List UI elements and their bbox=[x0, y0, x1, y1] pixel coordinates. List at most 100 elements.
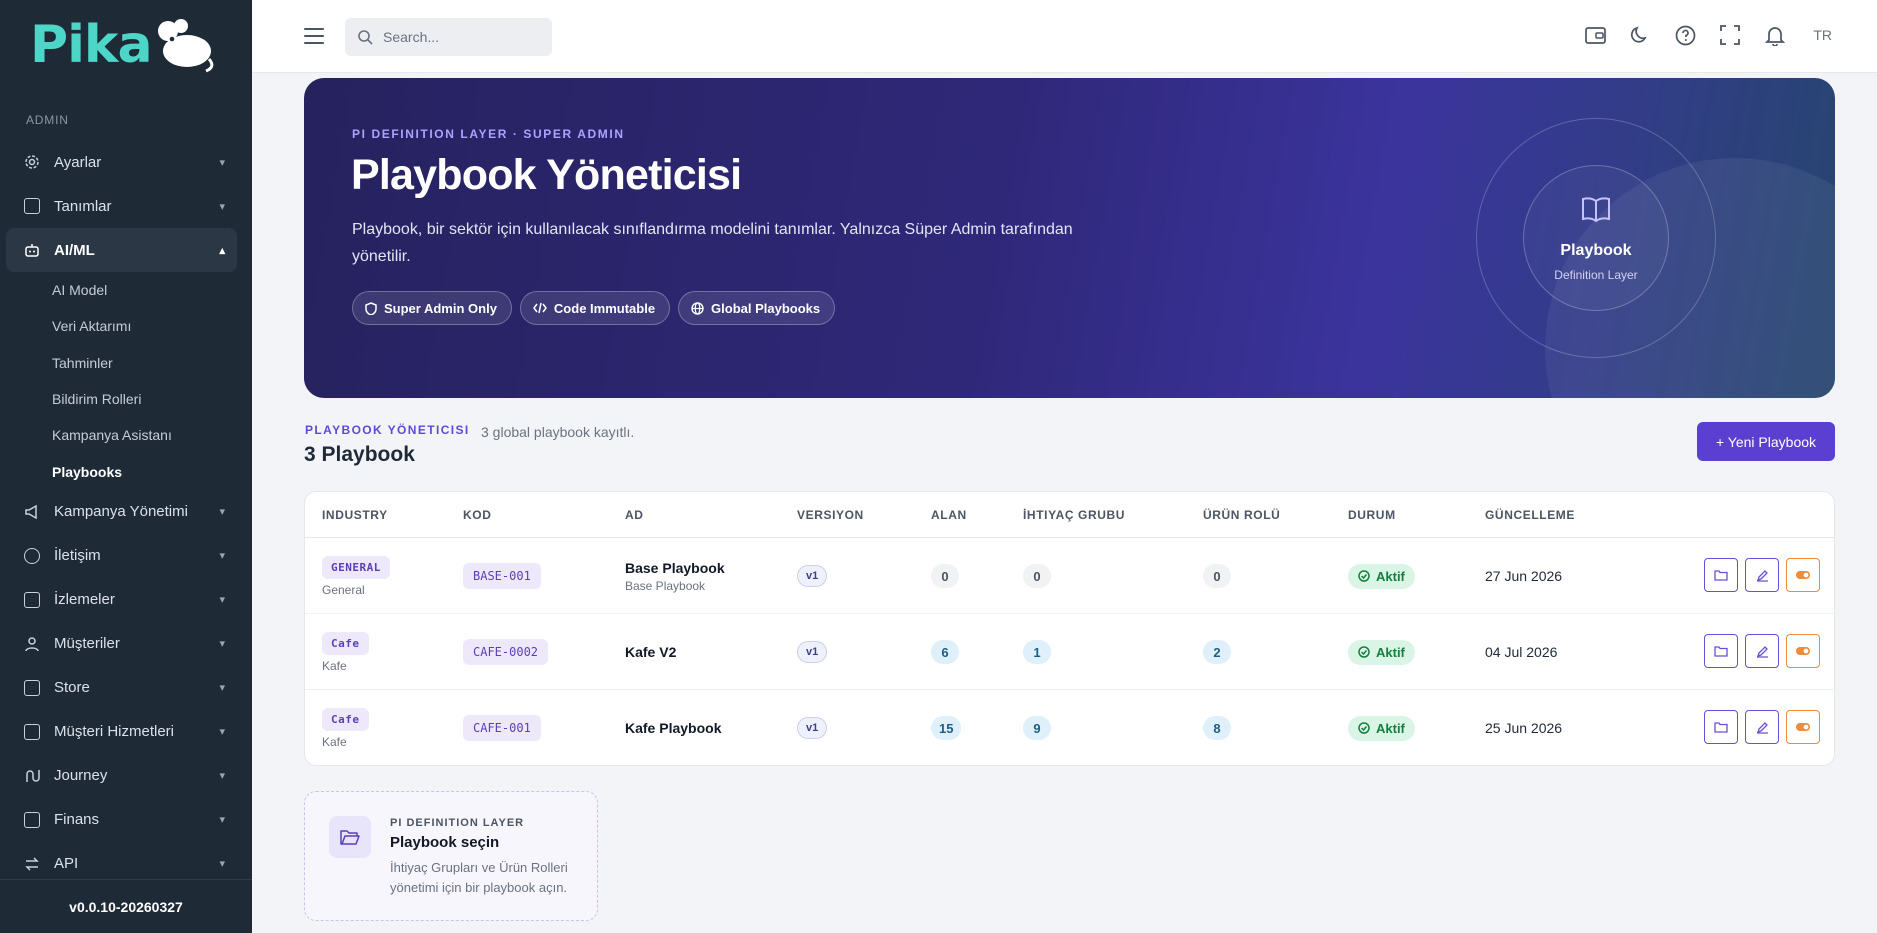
hero-ring-subtitle: Definition Layer bbox=[1554, 268, 1638, 282]
open-folder-button[interactable] bbox=[1704, 634, 1738, 668]
help-icon[interactable] bbox=[1674, 24, 1696, 46]
report-icon bbox=[24, 591, 40, 608]
sidebar-item-label: Müşteri Hizmetleri bbox=[54, 723, 175, 741]
sidebar-item-label: Müşteriler bbox=[54, 635, 120, 653]
check-circle-icon bbox=[1358, 570, 1370, 582]
sidebar-item-label: AI/ML bbox=[54, 241, 95, 259]
chip-label: Global Playbooks bbox=[711, 300, 821, 316]
sidebar-item-finans[interactable]: Finans ▾ bbox=[6, 798, 237, 842]
table-row[interactable]: Cafe Kafe CAFE-001 Kafe Playbook v1 15 9 … bbox=[305, 690, 1834, 765]
hero-ring-title: Playbook bbox=[1560, 242, 1632, 259]
folder-icon bbox=[1714, 570, 1728, 581]
column-header-versiyon[interactable]: VERSIYON bbox=[797, 492, 864, 538]
table-row[interactable]: Cafe Kafe CAFE-0002 Kafe V2 v1 6 1 2 Akti… bbox=[305, 614, 1834, 690]
sidebar-nav: Ayarlar ▾ Tanımlar ▾ AI/ML ▴ AI Model Ve… bbox=[0, 140, 252, 886]
industry-name: General bbox=[322, 582, 365, 597]
edit-button[interactable] bbox=[1745, 710, 1779, 744]
shield-icon bbox=[365, 301, 377, 315]
chip-label: Super Admin Only bbox=[384, 300, 497, 316]
chevron-down-icon: ▾ bbox=[219, 682, 225, 695]
wallet-icon[interactable] bbox=[1584, 24, 1606, 46]
sidebar-item-musteri-hizmetleri[interactable]: Müşteri Hizmetleri ▾ bbox=[6, 710, 237, 754]
fullscreen-icon[interactable] bbox=[1719, 24, 1741, 46]
column-header-alan[interactable]: ALAN bbox=[931, 492, 967, 538]
toggle-icon bbox=[1796, 647, 1810, 655]
row-actions bbox=[1704, 558, 1820, 592]
sidebar-item-aiml[interactable]: AI/ML ▴ bbox=[6, 228, 237, 272]
api-icon bbox=[25, 857, 39, 871]
card-description: İhtiyaç Grupları ve Ürün Rolleri yönetim… bbox=[390, 860, 568, 895]
edit-button[interactable] bbox=[1745, 558, 1779, 592]
section-title: 3 Playbook bbox=[304, 443, 415, 466]
column-header-guncelleme[interactable]: GÜNCELLEME bbox=[1485, 492, 1575, 538]
language-switcher[interactable]: TR bbox=[1813, 27, 1832, 43]
row-actions bbox=[1704, 710, 1820, 744]
toggle-status-button[interactable] bbox=[1786, 710, 1820, 744]
code-badge: CAFE-001 bbox=[463, 715, 541, 741]
version-badge: v1 bbox=[797, 641, 828, 663]
chip-label: Code Immutable bbox=[553, 300, 656, 316]
column-header-urun-rolu[interactable]: ÜRÜN ROLÜ bbox=[1203, 492, 1280, 538]
sidebar-item-izlemeler[interactable]: İzlemeler ▾ bbox=[6, 578, 237, 622]
hero-chips: Super Admin Only Code Immutable Global P… bbox=[352, 291, 836, 325]
submenu-item-ai-model[interactable]: AI Model bbox=[52, 272, 252, 308]
ihtiyac-count: 0 bbox=[1023, 564, 1051, 588]
updated-date: 25 Jun 2026 bbox=[1485, 720, 1563, 736]
industry-badge: Cafe bbox=[322, 631, 369, 655]
menu-toggle-icon[interactable] bbox=[304, 28, 324, 44]
status-badge: Aktif bbox=[1348, 715, 1415, 741]
toggle-status-button[interactable] bbox=[1786, 558, 1820, 592]
chevron-down-icon: ▾ bbox=[219, 638, 225, 651]
toggle-status-button[interactable] bbox=[1786, 634, 1820, 668]
ihtiyac-count: 1 bbox=[1023, 640, 1051, 664]
submenu-item-tahminler[interactable]: Tahminler bbox=[52, 345, 252, 381]
list-icon bbox=[24, 198, 40, 214]
sidebar-item-musteriler[interactable]: Müşteriler ▾ bbox=[6, 622, 237, 666]
logo[interactable]: Pika bbox=[30, 14, 216, 76]
chevron-down-icon: ▾ bbox=[219, 506, 225, 519]
chip-global-playbooks: Global Playbooks bbox=[678, 291, 836, 325]
sidebar-item-label: Ayarlar bbox=[54, 153, 102, 171]
sidebar-item-kampanya-yonetimi[interactable]: Kampanya Yönetimi ▾ bbox=[6, 490, 237, 534]
folder-open-icon bbox=[329, 816, 371, 858]
submenu-item-playbooks[interactable]: Playbooks bbox=[52, 453, 252, 489]
sidebar-item-journey[interactable]: Journey ▾ bbox=[6, 754, 237, 798]
route-icon bbox=[26, 769, 40, 782]
logo-text: Pika bbox=[30, 15, 153, 75]
sidebar-item-store[interactable]: Store ▾ bbox=[6, 666, 237, 710]
submenu-item-bildirim-rolleri[interactable]: Bildirim Rolleri bbox=[52, 381, 252, 417]
sidebar-item-iletisim[interactable]: İletişim ▾ bbox=[6, 534, 237, 578]
industry-name: Kafe bbox=[322, 658, 347, 673]
row-actions bbox=[1704, 634, 1820, 668]
dark-mode-icon[interactable] bbox=[1629, 24, 1651, 46]
sidebar-item-ayarlar[interactable]: Ayarlar ▾ bbox=[6, 140, 237, 184]
playbook-name: Kafe V2 bbox=[625, 644, 677, 660]
table-row[interactable]: GENERAL General BASE-001 Base Playbook Bas… bbox=[305, 538, 1834, 614]
column-header-durum[interactable]: DURUM bbox=[1348, 492, 1396, 538]
support-icon bbox=[24, 723, 40, 740]
search-input[interactable] bbox=[383, 29, 533, 45]
edit-button[interactable] bbox=[1745, 634, 1779, 668]
column-header-industry[interactable]: INDUSTRY bbox=[322, 492, 388, 538]
section-count-text: 3 global playbook kayıtlı. bbox=[481, 424, 635, 440]
submenu-item-kampanya-asistani[interactable]: Kampanya Asistanı bbox=[52, 417, 252, 453]
chip-code-immutable: Code Immutable bbox=[519, 291, 671, 325]
chevron-up-icon: ▴ bbox=[219, 244, 225, 257]
column-header-ihtiyac-grubu[interactable]: İHTIYAÇ GRUBU bbox=[1023, 492, 1125, 538]
submenu-item-veri-aktarimi[interactable]: Veri Aktarımı bbox=[52, 308, 252, 344]
sidebar-item-label: Kampanya Yönetimi bbox=[54, 503, 188, 521]
column-header-ad[interactable]: AD bbox=[625, 492, 644, 538]
globe-icon bbox=[691, 301, 704, 315]
page-title: Playbook Yöneticisi bbox=[351, 151, 742, 199]
folder-icon bbox=[1714, 722, 1728, 733]
search-box[interactable] bbox=[345, 18, 552, 56]
open-folder-button[interactable] bbox=[1704, 558, 1738, 592]
sidebar-section-label: ADMIN bbox=[26, 113, 69, 127]
notifications-bell-icon[interactable] bbox=[1764, 24, 1786, 46]
updated-date: 04 Jul 2026 bbox=[1485, 644, 1558, 660]
open-folder-button[interactable] bbox=[1704, 710, 1738, 744]
sidebar-item-tanimlar[interactable]: Tanımlar ▾ bbox=[6, 184, 237, 228]
column-header-kod[interactable]: KOD bbox=[463, 492, 491, 538]
section-kicker: PLAYBOOK YÖNETICISI bbox=[305, 423, 470, 437]
new-playbook-button[interactable]: + Yeni Playbook bbox=[1697, 422, 1835, 461]
